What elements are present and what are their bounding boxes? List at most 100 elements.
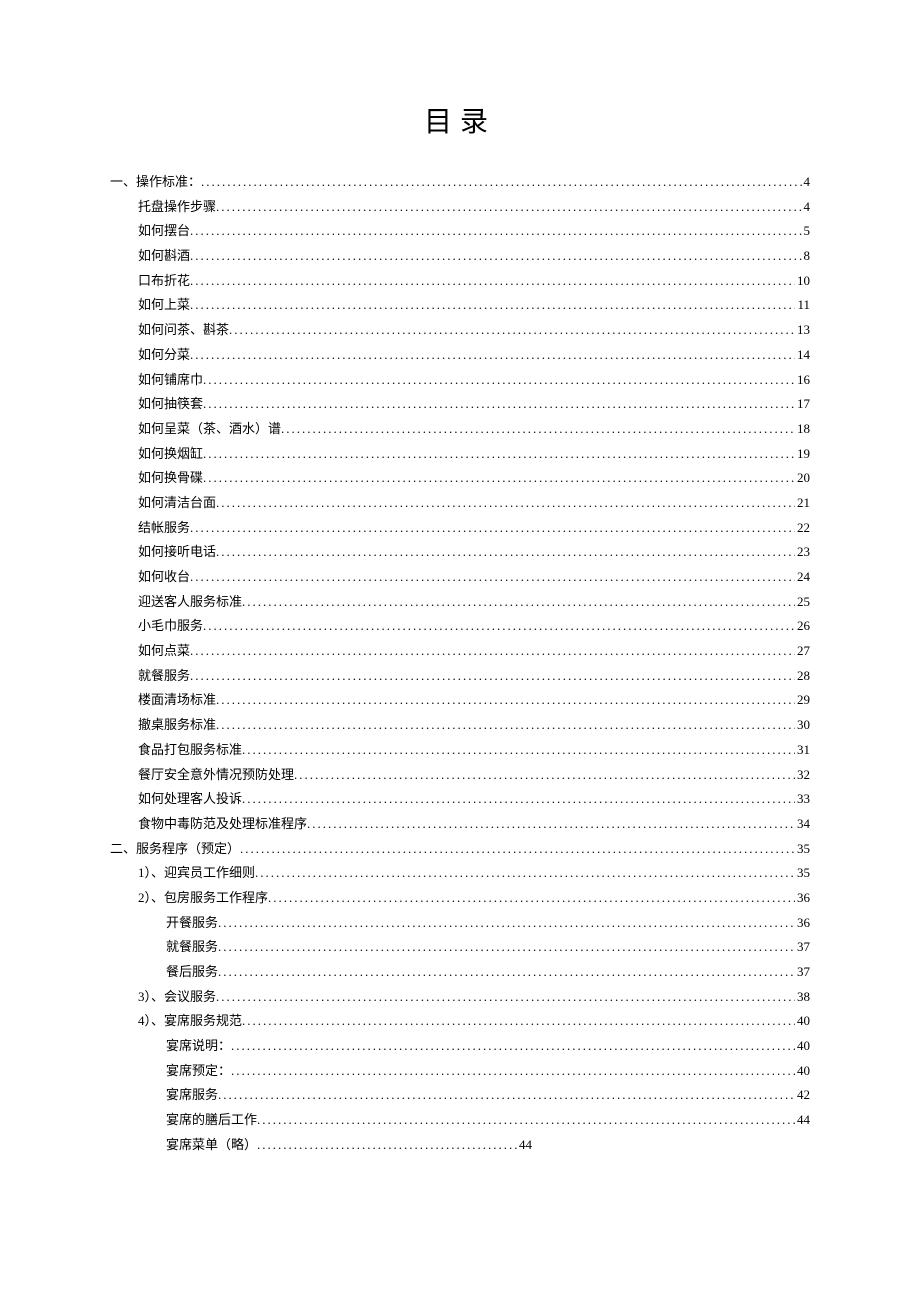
toc-leader-dots <box>216 985 795 1010</box>
toc-entry: 如何点菜 27 <box>110 639 810 664</box>
toc-page-number: 28 <box>795 664 810 689</box>
toc-leader-dots <box>203 466 795 491</box>
toc-leader-dots <box>218 960 795 985</box>
toc-page-number: 10 <box>795 269 810 294</box>
toc-label: 二、服务程序（预定） <box>110 837 240 862</box>
toc-entry: 如何换烟缸19 <box>110 442 810 467</box>
toc-leader-dots <box>242 1009 795 1034</box>
toc-leader-dots <box>203 614 795 639</box>
toc-leader-dots <box>216 540 795 565</box>
toc-label: 一、操作标准： <box>110 170 201 195</box>
toc-leader-dots <box>190 343 795 368</box>
page-title: 目录 <box>110 100 810 140</box>
toc-label: 如何接听电话 <box>138 540 216 565</box>
toc-entry: 3）、会议服务 38 <box>110 985 810 1010</box>
toc-page-number: 20 <box>795 466 810 491</box>
toc-label: 餐后服务 <box>166 960 218 985</box>
toc-page-number: 40 <box>795 1059 810 1084</box>
toc-entry: 如何清洁台面 21 <box>110 491 810 516</box>
toc-leader-dots <box>216 491 795 516</box>
toc-entry: 撤桌服务标准30 <box>110 713 810 738</box>
toc-page-number: 27 <box>795 639 810 664</box>
toc-label: 餐厅安全意外情况预防处理 <box>138 763 294 788</box>
toc-page-number: 24 <box>795 565 810 590</box>
toc-label: 如何呈菜（茶、酒水）谱 <box>138 417 281 442</box>
toc-leader-dots <box>203 368 795 393</box>
toc-page-number: 35 <box>795 837 810 862</box>
toc-page-number: 22 <box>795 516 810 541</box>
toc-leader-dots <box>190 244 801 269</box>
toc-entry: 宴席菜单（略） 44 <box>110 1133 810 1158</box>
toc-page-number: 11 <box>795 293 810 318</box>
toc-entry: 就餐服务 37 <box>110 935 810 960</box>
toc-leader-dots <box>190 516 795 541</box>
toc-entry: 如何接听电话 23 <box>110 540 810 565</box>
toc-leader-dots <box>190 565 795 590</box>
toc-leader-dots <box>240 837 795 862</box>
toc-page-number: 36 <box>795 911 810 936</box>
toc-leader-dots <box>231 1059 795 1084</box>
toc-leader-dots <box>218 1083 795 1108</box>
toc-page-number: 44 <box>795 1108 810 1133</box>
toc-entry: 宴席说明：40 <box>110 1034 810 1059</box>
toc-entry: 如何收台 24 <box>110 565 810 590</box>
toc-label: 如何点菜 <box>138 639 190 664</box>
toc-entry: 宴席预定： 40 <box>110 1059 810 1084</box>
toc-leader-dots <box>242 787 795 812</box>
toc-page-number: 29 <box>795 688 810 713</box>
toc-label: 如何问茶、斟茶 <box>138 318 229 343</box>
toc-label: 宴席菜单（略） <box>166 1133 257 1158</box>
toc-entry: 餐厅安全意外情况预防处理32 <box>110 763 810 788</box>
toc-entry: 口布折花 10 <box>110 269 810 294</box>
toc-page-number: 31 <box>795 738 810 763</box>
toc-entry: 如何分菜14 <box>110 343 810 368</box>
toc-page-number: 38 <box>795 985 810 1010</box>
toc-leader-dots <box>294 763 795 788</box>
toc-leader-dots <box>218 935 795 960</box>
toc-label: 宴席的膳后工作 <box>166 1108 257 1133</box>
toc-leader-dots <box>190 639 795 664</box>
toc-label: 迎送客人服务标准 <box>138 590 242 615</box>
toc-leader-dots <box>203 442 795 467</box>
toc-label: 食品打包服务标准 <box>138 738 242 763</box>
toc-entry: 如何问茶、斟茶13 <box>110 318 810 343</box>
toc-label: 如何铺席巾 <box>138 368 203 393</box>
toc-label: 就餐服务 <box>166 935 218 960</box>
toc-entry: 楼面清场标准 29 <box>110 688 810 713</box>
toc-page-number: 8 <box>802 244 811 269</box>
toc-page-number: 36 <box>795 886 810 911</box>
toc-page-number: 16 <box>795 368 810 393</box>
toc-label: 食物中毒防范及处理标准程序 <box>138 812 307 837</box>
toc-page-number: 40 <box>795 1009 810 1034</box>
toc-page-number: 23 <box>795 540 810 565</box>
toc-leader-dots <box>307 812 795 837</box>
toc-page-number: 14 <box>795 343 810 368</box>
toc-leader-dots <box>242 590 795 615</box>
toc-page-number: 37 <box>795 935 810 960</box>
toc-label: 就餐服务 <box>138 664 190 689</box>
toc-page-number: 26 <box>795 614 810 639</box>
toc-leader-dots <box>255 861 795 886</box>
toc-leader-dots <box>216 195 801 220</box>
toc-page-number: 44 <box>517 1133 532 1158</box>
toc-label: 3）、会议服务 <box>138 985 216 1010</box>
toc-label: 口布折花 <box>138 269 190 294</box>
toc-entry: 宴席服务42 <box>110 1083 810 1108</box>
toc-page-number: 4 <box>802 195 811 220</box>
toc-label: 宴席服务 <box>166 1083 218 1108</box>
toc-label: 宴席预定： <box>166 1059 231 1084</box>
toc-leader-dots <box>190 293 795 318</box>
toc-entry: 如何上菜11 <box>110 293 810 318</box>
toc-page-number: 21 <box>795 491 810 516</box>
toc-entry: 如何呈菜（茶、酒水）谱18 <box>110 417 810 442</box>
toc-label: 楼面清场标准 <box>138 688 216 713</box>
toc-label: 开餐服务 <box>166 911 218 936</box>
toc-entry: 如何摆台5 <box>110 219 810 244</box>
toc-label: 结帐服务 <box>138 516 190 541</box>
toc-label: 如何清洁台面 <box>138 491 216 516</box>
toc-entry: 1）、迎宾员工作细则35 <box>110 861 810 886</box>
toc-entry: 餐后服务37 <box>110 960 810 985</box>
toc-label: 如何收台 <box>138 565 190 590</box>
toc-leader-dots <box>201 170 801 195</box>
toc-leader-dots <box>190 219 801 244</box>
